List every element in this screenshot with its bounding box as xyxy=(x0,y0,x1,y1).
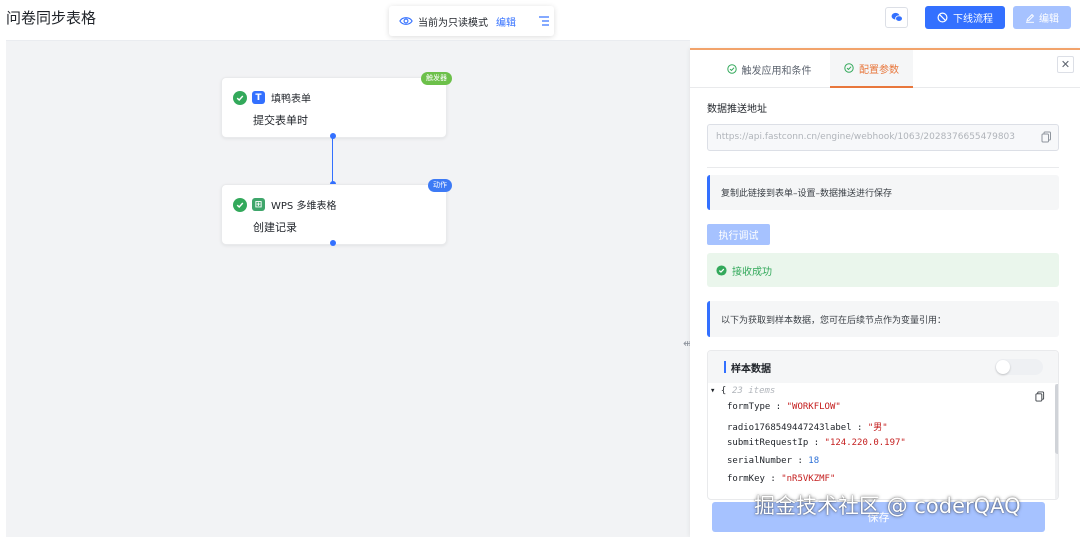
node-app-name: WPS 多维表格 xyxy=(271,201,337,212)
tab-config-params[interactable]: 配置参数 xyxy=(830,50,913,88)
check-icon xyxy=(233,90,247,105)
edit-button-label: 编辑 xyxy=(1039,14,1059,25)
form-app-icon: T xyxy=(252,91,265,104)
copy-link-tip: 复制此链接到表单–设置–数据推送进行保存 xyxy=(707,175,1059,210)
copy-icon[interactable] xyxy=(1035,391,1045,402)
json-row: formKey : "nR5VKZMF" xyxy=(727,474,836,484)
eye-icon xyxy=(399,17,413,25)
wechat-icon xyxy=(891,12,903,22)
divider xyxy=(707,167,1059,168)
node-port-dot[interactable] xyxy=(330,133,336,139)
json-expand-toggle[interactable]: ▾ { xyxy=(710,386,726,396)
trigger-badge: 触发器 xyxy=(421,72,452,85)
check-circle-icon xyxy=(716,264,727,276)
node-connector xyxy=(332,136,333,183)
receive-success-text: 接收成功 xyxy=(732,266,772,278)
edit-button[interactable]: 编辑 xyxy=(1013,6,1071,29)
json-row: submitRequestIp : "124.220.0.197" xyxy=(727,438,906,448)
node-action: 提交表单时 xyxy=(253,114,308,127)
push-url-label: 数据推送地址 xyxy=(707,104,767,115)
offline-flow-button[interactable]: 下线流程 xyxy=(925,6,1005,29)
check-circle-icon xyxy=(844,63,854,73)
tab-trigger-conditions[interactable]: 触发应用和条件 xyxy=(709,50,829,88)
json-item-count: 23 items xyxy=(732,386,776,396)
node-port-dot[interactable] xyxy=(330,240,336,246)
close-button[interactable]: ✕ xyxy=(1057,56,1074,73)
json-scrollbar[interactable] xyxy=(1055,384,1058,499)
sample-data-header: 样本数据 xyxy=(708,351,1058,383)
node-action: 创建记录 xyxy=(253,221,297,234)
wps-table-icon: ⊞ xyxy=(252,198,265,211)
action-node[interactable]: ⊞ WPS 多维表格 创建记录 动作 xyxy=(221,179,452,245)
json-row: serialNumber : 18 xyxy=(727,456,820,466)
push-url-field[interactable]: https://api.fastconn.cn/engine/webhook/1… xyxy=(707,124,1059,151)
wechat-button[interactable] xyxy=(885,7,908,28)
offline-flow-label: 下线流程 xyxy=(953,14,993,25)
sample-data-toggle[interactable] xyxy=(995,359,1043,375)
tab-label: 触发应用和条件 xyxy=(741,65,812,77)
sample-data-card: 样本数据 ▾ { 23 items formType : "WORKFLOW" … xyxy=(707,350,1059,500)
top-bar: 问卷同步表格 当前为只读模式 编辑 下线流程 编辑 xyxy=(0,0,1080,40)
sample-data-tip: 以下为获取到样本数据，您可在后续节点作为变量引用： xyxy=(707,301,1059,337)
json-row: formType : "WORKFLOW" xyxy=(727,402,841,412)
trigger-node[interactable]: T 填鸭表单 提交表单时 触发器 xyxy=(221,72,452,138)
sample-data-title: 样本数据 xyxy=(731,364,771,375)
readonly-mode-bar: 当前为只读模式 编辑 xyxy=(389,6,554,36)
watermark: 掘金技术社区 @ coderQAQ xyxy=(754,494,1021,518)
readonly-mode-text: 当前为只读模式 xyxy=(418,17,488,29)
ban-icon xyxy=(937,12,948,23)
node-app-name: 填鸭表单 xyxy=(271,94,311,105)
json-row: radio1768549447243label : "男" xyxy=(727,423,888,433)
edit-link[interactable]: 编辑 xyxy=(496,14,516,29)
check-icon xyxy=(233,197,247,212)
page-title: 问卷同步表格 xyxy=(6,9,97,27)
check-circle-icon xyxy=(726,64,737,74)
sample-data-tip-text: 以下为获取到样本数据，您可在后续节点作为变量引用： xyxy=(721,315,947,326)
panel-tabs: 触发应用和条件 配置参数 ✕ xyxy=(690,50,1080,88)
tab-label: 配置参数 xyxy=(859,64,899,76)
action-badge: 动作 xyxy=(428,179,452,192)
copy-icon[interactable] xyxy=(1041,131,1052,143)
receive-success-alert: 接收成功 xyxy=(707,253,1059,287)
close-icon: ✕ xyxy=(1060,58,1071,71)
push-url-value: https://api.fastconn.cn/engine/webhook/1… xyxy=(716,132,1016,142)
pencil-icon xyxy=(1026,13,1035,23)
list-icon[interactable] xyxy=(538,15,550,27)
copy-link-tip-text: 复制此链接到表单–设置–数据推送进行保存 xyxy=(721,189,893,199)
run-debug-button[interactable]: 执行调试 xyxy=(707,224,770,245)
config-panel: 触发应用和条件 配置参数 ✕ 数据推送地址 https://api.fastco… xyxy=(690,48,1080,537)
